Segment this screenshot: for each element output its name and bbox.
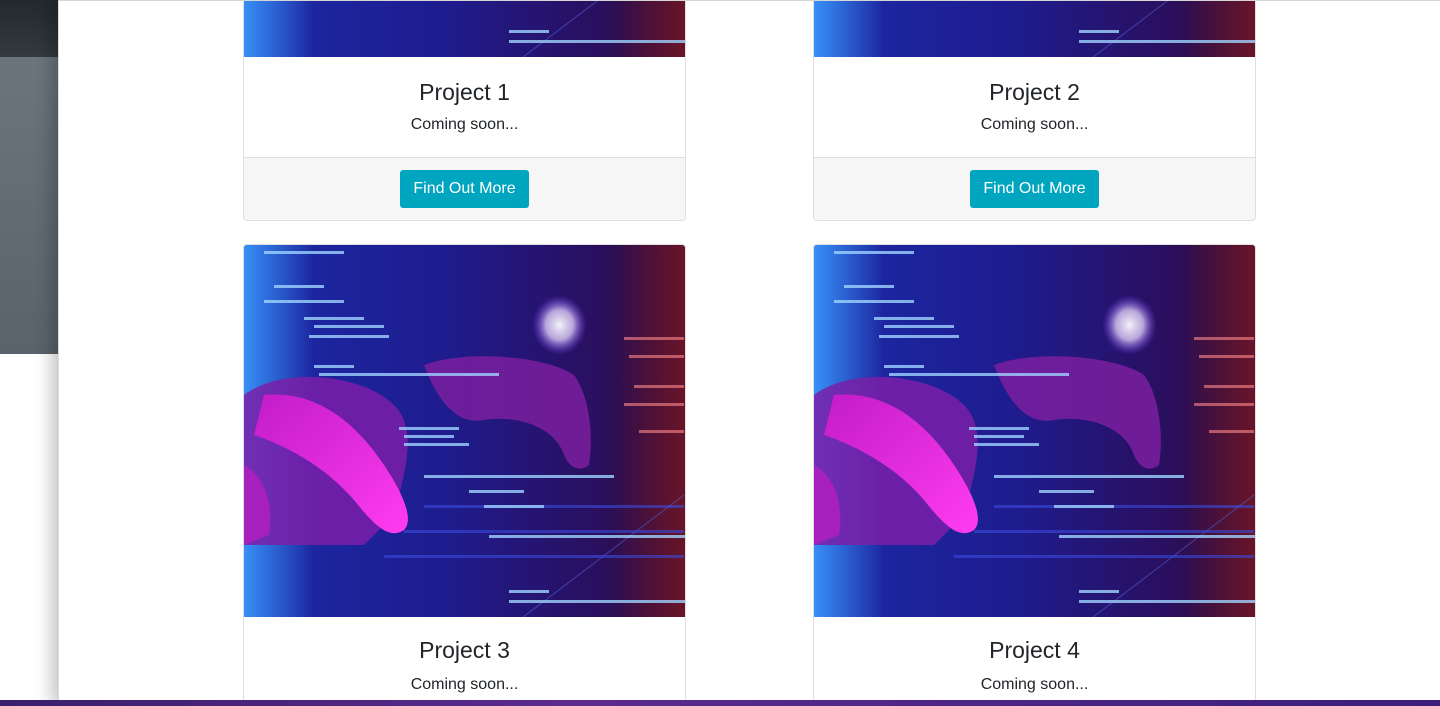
project-text-2: Coming soon... bbox=[980, 116, 1089, 133]
project-image-2 bbox=[814, 1, 1255, 57]
find-out-more-button-1[interactable]: Find Out More bbox=[400, 170, 529, 208]
project-image-1 bbox=[244, 1, 685, 57]
project-card-4: Project 4 Coming soon... bbox=[813, 244, 1256, 706]
background-navbar bbox=[0, 0, 60, 57]
project-title-2: Project 2 bbox=[989, 79, 1080, 105]
project-card-1: Project 1 Coming soon... Find Out More bbox=[243, 1, 686, 221]
project-card-2: Project 2 Coming soon... Find Out More bbox=[813, 1, 1256, 221]
projects-modal: Project 1 Coming soon... Find Out More P… bbox=[58, 0, 1440, 706]
page: Project 1 Coming soon... Find Out More P… bbox=[0, 0, 1440, 706]
project-card-3: Project 3 Coming soon... bbox=[243, 244, 686, 706]
background-hero bbox=[0, 57, 60, 354]
code-hands-keyboard-image bbox=[814, 1, 1255, 57]
project-title-1: Project 1 bbox=[419, 79, 510, 105]
project-footer-1: Find Out More bbox=[244, 157, 685, 220]
project-image-3 bbox=[244, 245, 685, 617]
code-hands-keyboard-image bbox=[814, 245, 1255, 617]
project-footer-2: Find Out More bbox=[814, 157, 1255, 220]
project-title-4: Project 4 bbox=[989, 637, 1080, 663]
code-hands-keyboard-image bbox=[244, 245, 685, 617]
bottom-edge-bar bbox=[0, 700, 1440, 706]
code-hands-keyboard-image bbox=[244, 1, 685, 57]
project-text-1: Coming soon... bbox=[410, 116, 519, 133]
find-out-more-button-2[interactable]: Find Out More bbox=[970, 170, 1099, 208]
project-image-4 bbox=[814, 245, 1255, 617]
project-text-3: Coming soon... bbox=[410, 676, 519, 693]
project-title-3: Project 3 bbox=[419, 637, 510, 663]
project-text-4: Coming soon... bbox=[980, 676, 1089, 693]
